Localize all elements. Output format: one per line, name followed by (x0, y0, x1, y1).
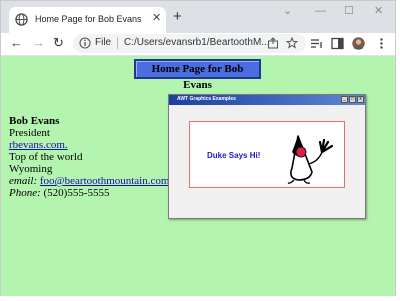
share-icon[interactable] (267, 37, 279, 49)
url-text[interactable]: C:/Users/evansrb1/BeartoothM... (124, 37, 270, 49)
duke-message: Duke Says Hi! (207, 151, 261, 160)
address-bar[interactable]: File C:/Users/evansrb1/BeartoothM... (73, 34, 306, 53)
back-button[interactable]: ← (10, 36, 23, 50)
applet-minimize-button[interactable]: _ (341, 96, 348, 103)
duke-mascot-icon (287, 135, 334, 184)
avatar[interactable] (352, 37, 365, 50)
applet-close-button[interactable]: x (357, 96, 364, 103)
toolbar: ← → ↻ File C:/Users/evansrb1/BeartoothM.… (1, 33, 395, 55)
menu-icon[interactable] (375, 37, 388, 50)
email-link[interactable]: foo@beartoothmountain.com (40, 175, 170, 187)
reload-button[interactable]: ↻ (53, 36, 64, 50)
contact-state: Wyoming (9, 163, 53, 175)
phone-label: Phone: (9, 187, 41, 199)
contact-name: Bob Evans (9, 115, 60, 127)
restore-button[interactable]: ☐ (344, 5, 354, 17)
browser-window: Home Page for Bob Evans ✕ + ⌄ — ☐ ✕ ← → … (0, 0, 396, 296)
contact-block: Bob Evans President rbevans.com. Top of … (9, 115, 169, 199)
tab-home-page[interactable]: Home Page for Bob Evans ✕ (9, 7, 166, 33)
website-link[interactable]: rbevans.com. (9, 139, 68, 151)
info-icon[interactable] (79, 37, 91, 49)
tab-strip: Home Page for Bob Evans ✕ + ⌄ — ☐ ✕ (1, 1, 395, 33)
new-tab-button[interactable]: + (173, 9, 182, 24)
applet-title-bar[interactable]: AWT Graphics Examples _ □ x (169, 95, 365, 105)
applet-canvas: Duke Says Hi! (189, 121, 345, 188)
file-scheme-label: File (95, 37, 112, 48)
contact-title: President (9, 127, 50, 139)
address-separator (117, 37, 118, 49)
star-icon[interactable] (286, 37, 298, 49)
phone-number: (520)555-5555 (43, 187, 110, 199)
tab-title: Home Page for Bob Evans (35, 14, 142, 24)
awt-applet-window[interactable]: AWT Graphics Examples _ □ x Duke Says Hi… (168, 94, 366, 219)
reading-list-icon[interactable] (310, 37, 323, 50)
close-window-button[interactable]: ✕ (374, 5, 383, 17)
applet-maximize-button[interactable]: □ (349, 96, 356, 103)
globe-icon (15, 13, 28, 26)
email-label: email: (9, 175, 38, 187)
contact-location: Top of the world (9, 151, 83, 163)
minimize-button[interactable]: — (315, 5, 326, 17)
page-title: Home Page for Bob Evans (151, 63, 244, 91)
applet-title: AWT Graphics Examples (177, 96, 236, 102)
side-panel-icon[interactable] (331, 37, 344, 50)
page-content: Home Page for Bob Evans Bob Evans Presid… (1, 56, 395, 296)
page-heading-box: Home Page for Bob Evans (134, 59, 261, 91)
close-tab-icon[interactable]: ✕ (152, 12, 161, 25)
chevron-down-icon[interactable]: ⌄ (283, 5, 292, 17)
forward-button[interactable]: → (32, 36, 45, 50)
